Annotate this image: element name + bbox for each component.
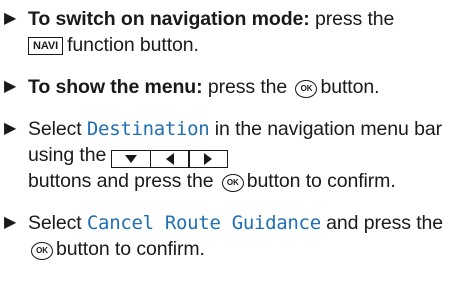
- ok-button-icon: OK: [221, 174, 244, 192]
- step-text-part: Select: [28, 212, 87, 234]
- navi-key: NAVI: [28, 37, 64, 55]
- step-text-part: and press the: [320, 212, 444, 234]
- step-cancel-route-guidance: ▶ Select Cancel Route Guidance and press…: [2, 210, 462, 262]
- step-switch-on-navigation: ▶ To switch on navigation mode: press th…: [2, 6, 462, 58]
- bullet-icon: ▶: [4, 78, 17, 95]
- bullet-icon: ▶: [4, 10, 17, 27]
- arrow-down-icon: [110, 150, 151, 168]
- step-text-part: button to confirm.: [56, 238, 205, 260]
- step-text-part: button to confirm.: [246, 170, 396, 192]
- step-heading: To show the menu:: [28, 76, 203, 98]
- menu-item-destination: Destination: [86, 118, 210, 140]
- arrow-left-icon: [149, 150, 190, 168]
- step-text-part: button.: [320, 76, 380, 98]
- step-heading: To switch on navigation mode:: [28, 8, 310, 30]
- step-text: To show the menu: press the OK button.: [28, 74, 380, 100]
- instruction-page: ▶ To switch on navigation mode: press th…: [0, 0, 462, 283]
- bullet-icon: ▶: [4, 214, 17, 231]
- step-text-part: buttons and press the: [28, 170, 214, 192]
- arrow-right-icon: [188, 150, 229, 168]
- ok-button-icon: OK: [295, 80, 318, 98]
- step-text-part: press the: [309, 8, 395, 30]
- step-text-part: function button.: [67, 34, 199, 56]
- arrow-buttons: [110, 150, 229, 168]
- step-text: Select Destination in the navigation men…: [28, 116, 462, 194]
- step-text: Select Cancel Route Guidance and press t…: [28, 210, 462, 262]
- ok-button-icon: OK: [31, 242, 53, 260]
- step-text: To switch on navigation mode: press the …: [28, 6, 394, 58]
- step-show-menu: ▶ To show the menu: press the OK button.: [2, 74, 462, 100]
- menu-item-cancel-route-guidance: Cancel Route Guidance: [86, 212, 321, 234]
- step-text-part: press the: [202, 76, 288, 98]
- step-text-part: Select: [28, 118, 87, 140]
- bullet-icon: ▶: [4, 120, 17, 137]
- step-select-destination: ▶ Select Destination in the navigation m…: [2, 116, 462, 194]
